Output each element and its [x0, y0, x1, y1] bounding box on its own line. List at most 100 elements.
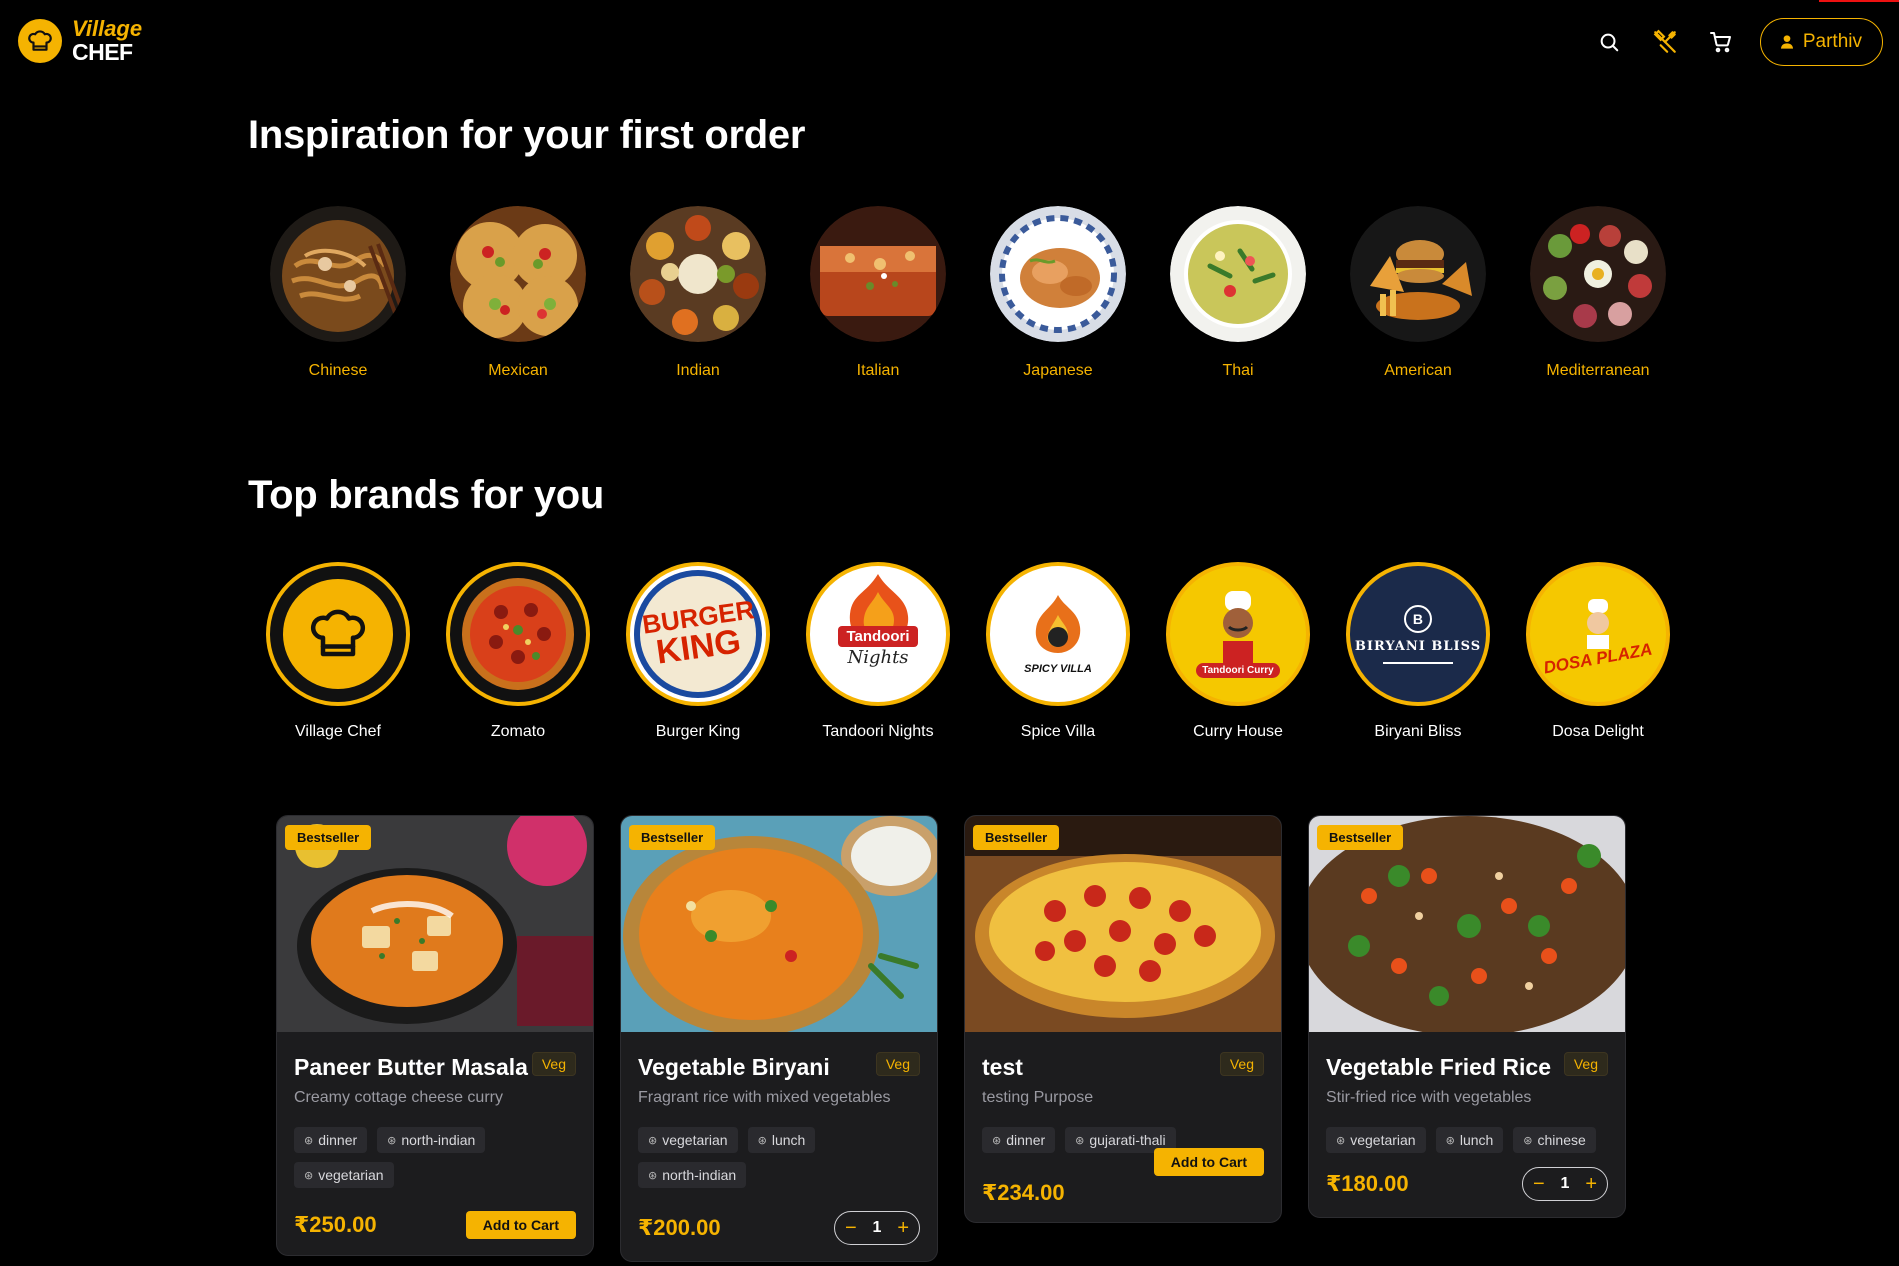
product-card-vegetable-biryani[interactable]: Bestseller Vegetable Biryani Veg Fragran… [620, 815, 938, 1262]
tag-list: ⊛ vegetarian ⊛ lunch ⊛ north-indian [638, 1127, 920, 1197]
brand-item-spice-villa[interactable]: SPICY VILLA Spice Villa [968, 562, 1148, 741]
tandoori-nights-brand-logo: Tandoori Nights [806, 562, 950, 706]
tag: ⊛ north-indian [638, 1162, 747, 1188]
cuisine-label: Mexican [488, 362, 548, 379]
user-icon [1780, 35, 1793, 49]
biryani-bliss-monogram: B [1403, 604, 1432, 633]
cuisine-item-mexican[interactable]: Mexican [428, 206, 608, 380]
chef-hat-icon [283, 579, 393, 689]
veg-badge: Veg [531, 1052, 576, 1076]
cuisine-item-italian[interactable]: Italian [788, 206, 968, 380]
brands-heading: Top brands for you [248, 473, 605, 517]
product-card-vegetable-fried-rice[interactable]: Bestseller Vegetable Fried Rice Veg Stir… [1308, 815, 1626, 1218]
search-icon[interactable] [1592, 25, 1626, 59]
cuisine-label: Italian [856, 362, 900, 379]
cuisine-item-mediterranean[interactable]: Mediterranean [1508, 206, 1688, 380]
curry-house-brand-logo: Tandoori Curry [1166, 562, 1310, 706]
brand-item-burger-king[interactable]: BURGER KING Burger King [608, 562, 788, 741]
increment-button[interactable]: + [897, 1218, 909, 1238]
tag: ⊛ lunch [747, 1127, 816, 1153]
cuisine-item-indian[interactable]: Indian [608, 206, 788, 380]
village-chef-brand-logo [266, 562, 410, 706]
brand-label: Spice Villa [1020, 723, 1096, 740]
brand-label: Burger King [655, 723, 741, 740]
cart-icon[interactable] [1704, 25, 1738, 59]
tag-icon: ⊛ [1523, 1134, 1533, 1147]
tag: ⊛ chinese [1513, 1127, 1596, 1153]
product-description: Fragrant rice with mixed vegetables [638, 1089, 891, 1106]
chef-character-icon [1222, 590, 1253, 663]
chef-hat-icon [18, 19, 62, 63]
utensils-icon[interactable] [1648, 25, 1682, 59]
cuisine-image-japanese [990, 206, 1126, 342]
decrement-button[interactable]: − [845, 1218, 857, 1238]
cuisine-list: Chinese Mexican Indian Italian Japanese … [248, 206, 1688, 380]
user-account-button[interactable]: Parthiv [1759, 18, 1883, 66]
tag-list: ⊛ vegetarian ⊛ lunch ⊛ chinese [1326, 1127, 1608, 1162]
logo-wordmark-village: Village [72, 16, 143, 41]
bestseller-badge: Bestseller [629, 825, 716, 850]
spice-villa-logo-text: SPICY VILLA [1024, 663, 1092, 675]
increment-button[interactable]: + [1585, 1174, 1597, 1194]
dosa-delight-brand-logo: DOSA PLAZA [1526, 562, 1670, 706]
cuisine-image-chinese [270, 206, 406, 342]
cuisine-item-japanese[interactable]: Japanese [968, 206, 1148, 380]
tag-list: ⊛ dinner ⊛ north-indian ⊛ vegetarian [294, 1127, 576, 1197]
inspiration-heading: Inspiration for your first order [248, 113, 806, 157]
add-to-cart-button[interactable]: Add to Cart [1153, 1148, 1264, 1176]
cuisine-label: Japanese [1023, 362, 1093, 379]
product-title: test [982, 1054, 1023, 1080]
brand-item-biryani-bliss[interactable]: B BIRYANI BLISS Biryani Bliss [1328, 562, 1508, 741]
add-to-cart-button[interactable]: Add to Cart [465, 1211, 576, 1239]
product-card-paneer-butter-masala[interactable]: Bestseller Paneer Butter Masala Veg Crea… [276, 815, 594, 1256]
product-title: Vegetable Biryani [638, 1054, 830, 1080]
tag-icon: ⊛ [648, 1169, 658, 1182]
brand-item-zomato[interactable]: Zomato [428, 562, 608, 741]
brand-label: Curry House [1193, 723, 1283, 740]
veg-badge: Veg [1219, 1052, 1264, 1076]
cuisine-label: American [1384, 362, 1452, 379]
product-price: ₹200.00 [638, 1215, 721, 1240]
cuisine-item-thai[interactable]: Thai [1148, 206, 1328, 380]
tag-icon: ⊛ [304, 1134, 314, 1147]
bestseller-badge: Bestseller [285, 825, 372, 850]
curry-house-logo-text: Tandoori Curry [1196, 662, 1280, 678]
quantity-value: 1 [872, 1219, 882, 1236]
product-grid: Bestseller Paneer Butter Masala Veg Crea… [276, 815, 1652, 1262]
tag: ⊛ dinner [294, 1127, 368, 1153]
tag-icon: ⊛ [1336, 1134, 1346, 1147]
brand-item-dosa-delight[interactable]: DOSA PLAZA Dosa Delight [1508, 562, 1688, 741]
brand-item-curry-house[interactable]: Tandoori Curry Curry House [1148, 562, 1328, 741]
cuisine-label: Chinese [308, 362, 368, 379]
tag: ⊛ vegetarian [638, 1127, 738, 1153]
tag: ⊛ north-indian [377, 1127, 486, 1153]
village-chef-logo[interactable]: Village CHEF [18, 18, 142, 64]
tag-icon: ⊛ [304, 1169, 314, 1182]
brand-item-village-chef[interactable]: Village Chef [248, 562, 428, 741]
brand-item-tandoori-nights[interactable]: Tandoori Nights Tandoori Nights [788, 562, 968, 741]
product-image-vegetable-fried-rice: Bestseller [1309, 816, 1625, 1032]
user-name: Parthiv [1802, 31, 1862, 52]
tag-icon: ⊛ [1445, 1134, 1455, 1147]
fire-icon [1035, 595, 1081, 653]
veg-badge: Veg [1563, 1052, 1608, 1076]
tag-icon: ⊛ [387, 1134, 397, 1147]
veg-badge: Veg [875, 1052, 920, 1076]
tandoori-logo-text: Tandoori [838, 626, 918, 647]
cuisine-item-american[interactable]: American [1328, 206, 1508, 380]
brand-label: Tandoori Nights [822, 723, 934, 740]
product-price: ₹234.00 [982, 1180, 1065, 1205]
cuisine-image-mexican [450, 206, 586, 342]
decrement-button[interactable]: − [1533, 1174, 1545, 1194]
cuisine-image-thai [1170, 206, 1306, 342]
tag: ⊛ vegetarian [1326, 1127, 1426, 1153]
product-card-test[interactable]: Bestseller test Veg testing Purpose ⊛ din… [964, 815, 1282, 1223]
cuisine-label: Mediterranean [1546, 362, 1650, 379]
cuisine-label: Indian [676, 362, 720, 379]
tag: ⊛ lunch [1435, 1127, 1504, 1153]
cuisine-label: Thai [1222, 362, 1254, 379]
product-image-vegetable-biryani: Bestseller [621, 816, 937, 1032]
cuisine-item-chinese[interactable]: Chinese [248, 206, 428, 380]
brand-label: Zomato [490, 723, 546, 740]
tag-icon: ⊛ [757, 1134, 767, 1147]
